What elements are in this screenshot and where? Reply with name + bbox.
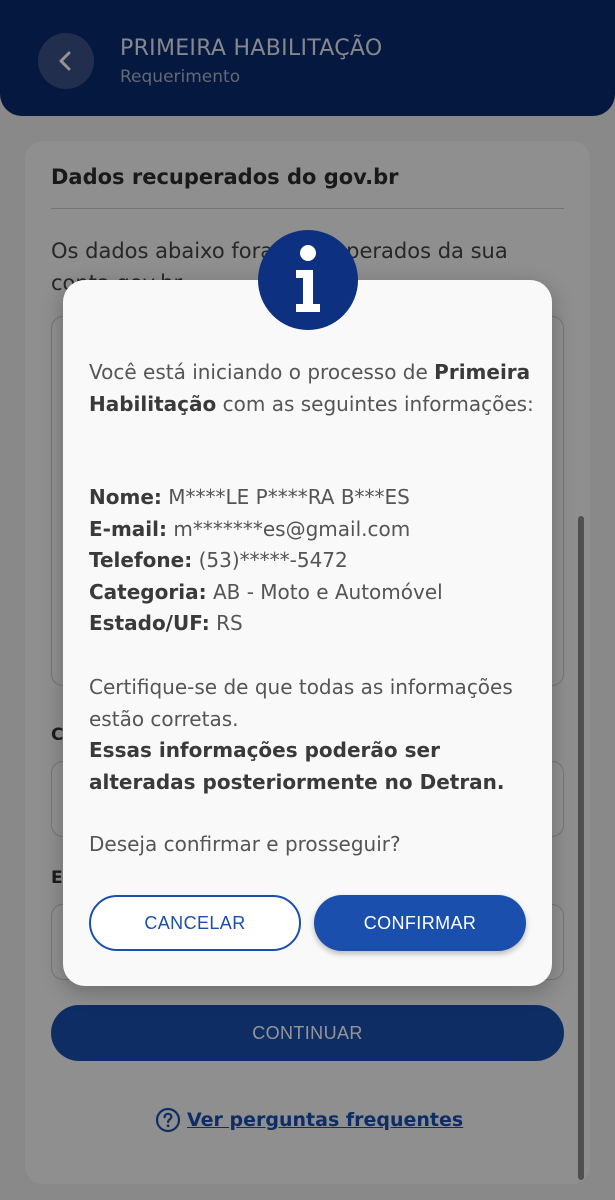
data-value: m*******es@gmail.com bbox=[173, 516, 411, 541]
data-label: E-mail: bbox=[89, 516, 168, 541]
dialog-warning-bold: Essas informações poderão ser alteradas … bbox=[89, 738, 505, 794]
data-label: Telefone: bbox=[89, 548, 193, 572]
dialog-data-list: Nome: M****LE P****RA B***ES E-mail: m**… bbox=[89, 482, 539, 640]
dialog-intro: Você está iniciando o processo de Primei… bbox=[89, 357, 539, 420]
data-row-estado: Estado/UF: RS bbox=[89, 608, 539, 640]
info-glyph-icon bbox=[296, 245, 320, 312]
data-row-categoria: Categoria: AB - Moto e Automóvel bbox=[89, 577, 539, 609]
dialog-intro-text-end: com as seguintes informações: bbox=[216, 391, 534, 416]
data-row-nome: Nome: M****LE P****RA B***ES bbox=[89, 482, 539, 514]
data-value: (53)*****-5472 bbox=[198, 548, 348, 572]
data-row-telefone: Telefone: (53)*****-5472 bbox=[89, 545, 539, 577]
dialog-intro-text: Você está iniciando o processo de bbox=[89, 360, 435, 384]
confirm-button[interactable]: CONFIRMAR bbox=[314, 895, 526, 951]
dialog-warning-text: Certifique-se de que todas as informaçõe… bbox=[89, 675, 513, 731]
confirmation-dialog: Você está iniciando o processo de Primei… bbox=[63, 280, 552, 986]
dialog-question: Deseja confirmar e prosseguir? bbox=[89, 832, 401, 856]
cancel-button[interactable]: CANCELAR bbox=[89, 895, 301, 951]
data-label: Estado/UF: bbox=[89, 611, 210, 635]
data-label: Categoria: bbox=[89, 579, 207, 604]
data-label: Nome: bbox=[89, 485, 162, 509]
info-icon bbox=[258, 230, 358, 330]
dialog-warning: Certifique-se de que todas as informaçõe… bbox=[89, 672, 539, 798]
data-value: RS bbox=[216, 611, 243, 635]
data-value: M****LE P****RA B***ES bbox=[168, 485, 410, 509]
data-value: AB - Moto e Automóvel bbox=[212, 579, 443, 604]
data-row-email: E-mail: m*******es@gmail.com bbox=[89, 514, 539, 546]
